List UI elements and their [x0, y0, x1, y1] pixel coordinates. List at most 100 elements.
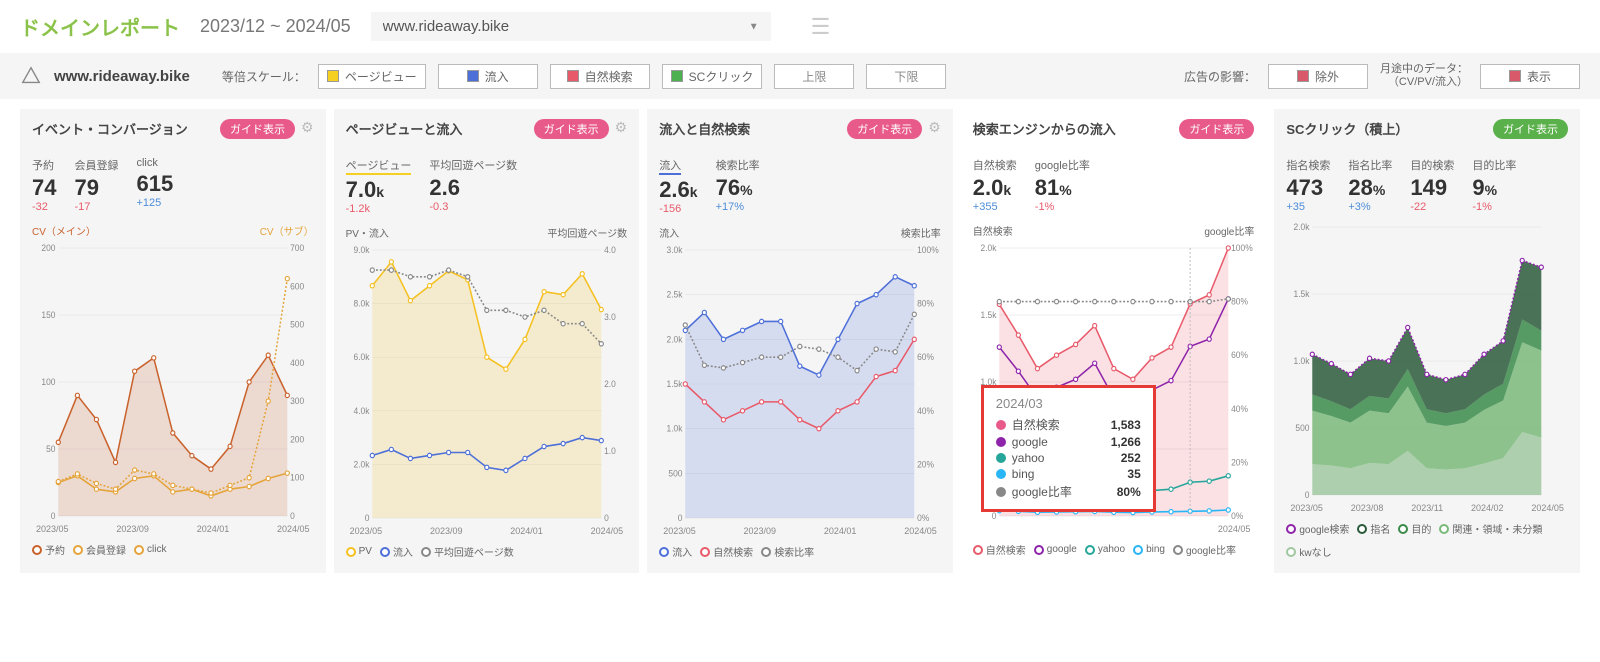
metric-delta: -156: [659, 203, 697, 215]
x-axis-ticks: 2023/052023/092024/012024/05: [32, 524, 314, 534]
svg-text:1.5k: 1.5k: [667, 379, 684, 389]
metric-label: 指名検索: [1286, 157, 1330, 173]
chart[interactable]: 2001501005007006005004003002001000: [32, 242, 314, 522]
guide-button[interactable]: ガイド表示: [534, 119, 609, 139]
hamburger-icon[interactable]: ☰: [811, 14, 831, 40]
metric-delta: +35: [1286, 201, 1330, 213]
scale-sc-click[interactable]: SCクリック: [662, 64, 763, 89]
svg-text:0: 0: [1305, 490, 1310, 500]
metric-value: 2.6: [429, 175, 517, 201]
metric-value: 7.0k: [346, 177, 412, 203]
svg-text:500: 500: [1296, 423, 1310, 433]
legend-item[interactable]: 自然検索: [973, 542, 1026, 557]
x-axis-ticks: 2024/05: [973, 524, 1255, 534]
legend-item[interactable]: google比率: [1173, 542, 1236, 557]
svg-text:1.0k: 1.0k: [1294, 356, 1311, 366]
y-axis-right-label: google比率: [1204, 223, 1254, 238]
metric: 予約74-32: [32, 157, 56, 213]
svg-text:80%: 80%: [917, 299, 934, 309]
legend-item[interactable]: click: [134, 542, 166, 557]
metric-label: 検索比率: [716, 157, 760, 173]
legend-item[interactable]: 平均回遊ページ数: [421, 544, 514, 559]
metric-label: 流入: [659, 157, 681, 175]
svg-text:300: 300: [290, 396, 304, 406]
legend-item[interactable]: google検索: [1286, 521, 1349, 536]
metric: google比率81%-1%: [1035, 157, 1090, 213]
legend-item[interactable]: google: [1034, 542, 1077, 557]
y-axis-left-label: 流入: [659, 225, 679, 240]
domain-select[interactable]: www.rideaway.bike: [371, 12, 771, 41]
legend-item[interactable]: 予約: [32, 542, 65, 557]
svg-text:0: 0: [364, 513, 369, 523]
ad-influence-value[interactable]: 除外: [1268, 64, 1368, 89]
tooltip-row: google1,266: [996, 434, 1141, 450]
lower-limit-box[interactable]: 下限: [866, 64, 946, 89]
legend-item[interactable]: bing: [1133, 542, 1165, 557]
chart[interactable]: 2.0k1.5k1.0k5000100%80%60%40%20%0%2024/0…: [973, 242, 1255, 522]
chart[interactable]: 2.0k1.5k1.0k5000: [1286, 221, 1568, 501]
guide-button[interactable]: ガイド表示: [220, 119, 295, 139]
svg-text:700: 700: [290, 243, 304, 253]
legend-item[interactable]: 会員登録: [73, 542, 126, 557]
tooltip-date: 2024/03: [996, 396, 1141, 411]
svg-text:20%: 20%: [1231, 458, 1248, 468]
scale-inflow[interactable]: 流入: [438, 64, 538, 89]
legend-item[interactable]: kwなし: [1286, 544, 1331, 559]
page-title: ドメインレポート: [20, 12, 180, 41]
legend-item[interactable]: 流入: [380, 544, 413, 559]
metric-label: 平均回遊ページ数: [429, 157, 517, 173]
y-axis-right-label: 検索比率: [901, 225, 941, 240]
chart[interactable]: 9.0k8.0k6.0k4.0k2.0k04.03.02.01.00: [346, 244, 628, 524]
legend-item[interactable]: 流入: [659, 544, 692, 559]
metric-label: 目的比率: [1472, 157, 1516, 173]
gear-icon[interactable]: ⚙: [615, 119, 628, 136]
svg-text:1.5k: 1.5k: [980, 310, 997, 320]
legend-item[interactable]: yahoo: [1085, 542, 1125, 557]
guide-button[interactable]: ガイド表示: [847, 119, 922, 139]
gear-icon[interactable]: ⚙: [928, 119, 941, 136]
legend-item[interactable]: 指名: [1357, 521, 1390, 536]
svg-text:6.0k: 6.0k: [353, 352, 370, 362]
svg-text:2.0k: 2.0k: [667, 334, 684, 344]
legend-item[interactable]: 自然検索: [700, 544, 753, 559]
scale-natural-search[interactable]: 自然検索: [550, 64, 650, 89]
metric: 指名比率28%+3%: [1348, 157, 1392, 213]
metric-value: 615: [136, 171, 173, 197]
metric-delta: +17%: [716, 201, 760, 213]
svg-text:3.0k: 3.0k: [667, 245, 684, 255]
metric: 指名検索473+35: [1286, 157, 1330, 213]
legend-item[interactable]: 検索比率: [761, 544, 814, 559]
legend-item[interactable]: 関連・領域・未分類: [1439, 521, 1542, 536]
svg-text:100%: 100%: [917, 245, 939, 255]
legend-item[interactable]: 目的: [1398, 521, 1431, 536]
panel-p1: イベント・コンバージョンガイド表示⚙予約74-32会員登録79-17click6…: [20, 109, 326, 573]
mid-month-value[interactable]: 表示: [1480, 64, 1580, 89]
panel-title: SCクリック（積上）: [1286, 119, 1487, 138]
upper-limit-box[interactable]: 上限: [774, 64, 854, 89]
metric-value: 2.0k: [973, 175, 1017, 201]
svg-text:1.0k: 1.0k: [667, 424, 684, 434]
y-axis-left-label: PV・流入: [346, 225, 389, 240]
metric-label: 目的検索: [1410, 157, 1454, 173]
guide-button[interactable]: ガイド表示: [1493, 119, 1568, 139]
metric-label: 予約: [32, 157, 56, 173]
svg-text:0%: 0%: [917, 513, 929, 523]
svg-text:0%: 0%: [1231, 511, 1243, 521]
legend-item[interactable]: PV: [346, 544, 372, 559]
svg-text:100: 100: [41, 377, 55, 387]
scale-pageview[interactable]: ページビュー: [318, 64, 426, 89]
metric-label: 会員登録: [74, 157, 118, 173]
metric-label: 指名比率: [1348, 157, 1392, 173]
chart[interactable]: 3.0k2.5k2.0k1.5k1.0k5000100%80%60%40%20%…: [659, 244, 941, 524]
svg-text:200: 200: [290, 435, 304, 445]
gear-icon[interactable]: ⚙: [301, 119, 314, 136]
metric-delta: -1.2k: [346, 203, 412, 215]
panel-p5: SCクリック（積上）ガイド表示指名検索473+35指名比率28%+3%目的検索1…: [1274, 109, 1580, 573]
chart-tooltip: 2024/03自然検索1,583google1,266yahoo252bing3…: [981, 385, 1156, 512]
metric: 目的検索149-22: [1410, 157, 1454, 213]
y-axis-right-label: CV（サブ）: [260, 223, 314, 238]
chart-legend: PV 流入平均回遊ページ数: [346, 544, 628, 559]
metric: 検索比率76%+17%: [716, 157, 760, 215]
guide-button[interactable]: ガイド表示: [1179, 119, 1254, 139]
logo-icon: [20, 65, 42, 87]
